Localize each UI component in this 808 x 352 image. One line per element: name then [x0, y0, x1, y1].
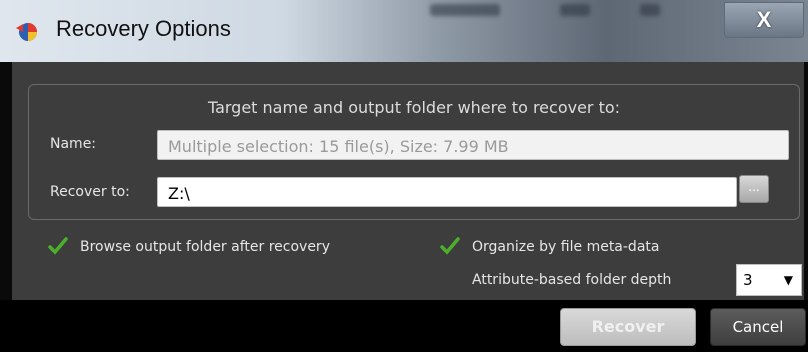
recovery-app-icon [16, 23, 37, 41]
chevron-down-icon[interactable]: ▼ [784, 273, 793, 287]
recover-button[interactable]: Recover [560, 308, 696, 346]
group-legend: Target name and output folder where to r… [29, 98, 799, 117]
close-icon: X [756, 7, 772, 32]
recover-to-input[interactable]: Z:\ [157, 177, 737, 207]
checkmark-icon[interactable] [440, 237, 460, 255]
browse-output-checkbox-label[interactable]: Browse output folder after recovery [80, 239, 330, 255]
title-bar[interactable]: Recovery Options X [0, 0, 808, 62]
group-legend-text: Target name and output folder where to r… [199, 98, 629, 117]
background-blur [640, 4, 660, 16]
folder-depth-value: 3 [743, 271, 753, 289]
folder-depth-label: Attribute-based folder depth [472, 272, 672, 288]
checkmark-icon[interactable] [48, 237, 68, 255]
background-blur [430, 4, 500, 16]
name-field[interactable]: Multiple selection: 15 file(s), Size: 7.… [157, 130, 789, 160]
close-button[interactable]: X [724, 2, 804, 38]
name-label: Name: [50, 136, 97, 152]
background-blur [560, 4, 590, 16]
browse-button[interactable]: ... [739, 175, 769, 203]
window-title: Recovery Options [56, 16, 231, 41]
cancel-button[interactable]: Cancel [710, 308, 806, 346]
recover-to-label: Recover to: [50, 184, 130, 200]
folder-depth-select[interactable]: 3 ▼ [736, 264, 802, 296]
organize-meta-checkbox-label[interactable]: Organize by file meta-data [472, 239, 659, 255]
